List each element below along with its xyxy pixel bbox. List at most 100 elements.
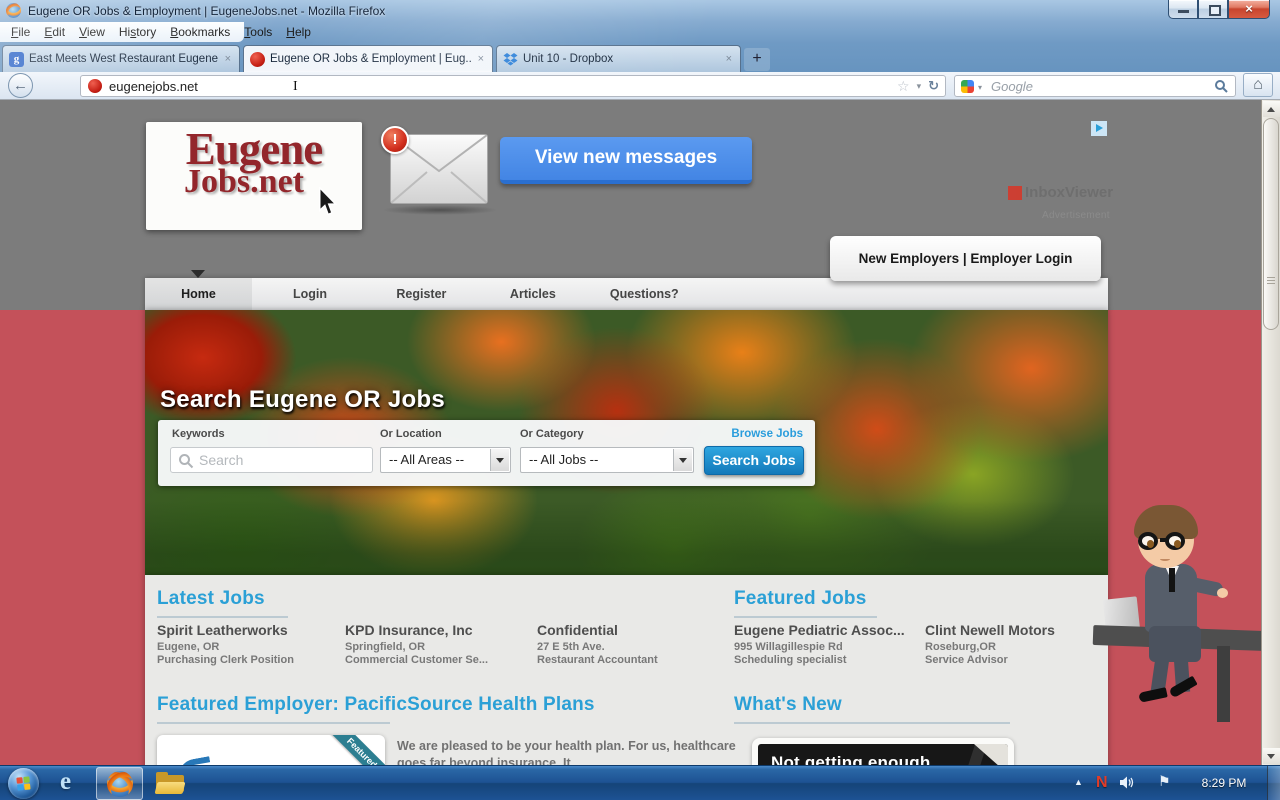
hero-heading: Search Eugene OR Jobs bbox=[160, 386, 445, 414]
employer-login-button[interactable]: New Employers | Employer Login bbox=[830, 236, 1101, 281]
menu-file[interactable]: File bbox=[4, 25, 37, 39]
reload-icon[interactable]: ↻ bbox=[928, 78, 939, 94]
character-body bbox=[1145, 564, 1197, 632]
menu-edit[interactable]: Edit bbox=[37, 25, 72, 39]
nav-register[interactable]: Register bbox=[368, 278, 475, 310]
desktop: Eugene OR Jobs & Employment | EugeneJobs… bbox=[0, 0, 1280, 800]
dropbox-icon bbox=[503, 52, 518, 67]
google-favicon: g bbox=[9, 52, 24, 67]
home-button[interactable]: ⌂ bbox=[1243, 73, 1273, 97]
tab-close-icon[interactable]: × bbox=[724, 53, 734, 65]
job-listing[interactable]: Spirit Leatherworks Eugene, OR Purchasin… bbox=[157, 622, 339, 667]
browser-chrome: Eugene OR Jobs & Employment | EugeneJobs… bbox=[0, 0, 1280, 72]
url-bar[interactable]: I ☆ ▾ ↻ bbox=[80, 75, 946, 97]
divider bbox=[734, 616, 877, 618]
start-button[interactable] bbox=[8, 768, 39, 799]
tab-close-icon[interactable]: × bbox=[223, 53, 233, 65]
site-logo[interactable]: Eugene Jobs.net bbox=[146, 122, 362, 230]
bookmark-star-icon[interactable]: ☆ bbox=[897, 78, 910, 95]
close-button[interactable]: × bbox=[1228, 0, 1270, 19]
action-center-flag-icon[interactable]: ⚑ bbox=[1158, 773, 1171, 790]
internet-explorer-icon[interactable]: e bbox=[60, 768, 71, 796]
tab-bar: g East Meets West Restaurant Eugene, ...… bbox=[0, 42, 1280, 72]
view-messages-button[interactable]: View new messages bbox=[500, 137, 752, 184]
envelope-shadow bbox=[382, 205, 498, 215]
keywords-label: Keywords bbox=[172, 428, 225, 440]
browser-search-input[interactable] bbox=[955, 76, 1235, 96]
shoe bbox=[1138, 687, 1167, 703]
taskbar-clock[interactable]: 8:29 PM bbox=[1192, 766, 1256, 800]
tab-close-icon[interactable]: × bbox=[476, 53, 486, 65]
tab-dropbox[interactable]: Unit 10 - Dropbox × bbox=[496, 45, 741, 72]
glasses-icon bbox=[1165, 532, 1185, 550]
nav-login[interactable]: Login bbox=[256, 278, 363, 310]
scrollbar-thumb[interactable] bbox=[1263, 118, 1279, 330]
ad-brand[interactable]: InboxViewer bbox=[1008, 184, 1113, 201]
active-nav-pointer-icon bbox=[191, 270, 205, 278]
location-select[interactable]: -- All Areas -- bbox=[380, 447, 511, 473]
firefox-icon bbox=[107, 771, 133, 797]
scroll-up-icon[interactable] bbox=[1263, 101, 1280, 117]
whats-new-heading: What's New bbox=[734, 694, 842, 716]
show-desktop-button[interactable] bbox=[1267, 766, 1280, 800]
job-listing[interactable]: Eugene Pediatric Assoc... 995 Willagille… bbox=[734, 622, 920, 667]
window-controls: × bbox=[1168, 0, 1270, 19]
alert-badge: ! bbox=[381, 126, 409, 154]
new-tab-button[interactable]: + bbox=[744, 48, 770, 71]
back-button[interactable]: ← bbox=[8, 73, 33, 98]
job-listing[interactable]: KPD Insurance, Inc Springfield, OR Comme… bbox=[345, 622, 531, 667]
site-favicon bbox=[250, 52, 265, 67]
tray-n-icon[interactable]: N bbox=[1096, 774, 1108, 792]
text-cursor: I bbox=[293, 79, 298, 95]
urlbar-dropdown-icon[interactable]: ▾ bbox=[917, 81, 922, 92]
menu-history[interactable]: History bbox=[112, 25, 163, 39]
window-title: Eugene OR Jobs & Employment | EugeneJobs… bbox=[28, 4, 385, 18]
show-hidden-icons-button[interactable]: ▲ bbox=[1074, 777, 1083, 787]
nav-articles[interactable]: Articles bbox=[479, 278, 586, 310]
search-jobs-button[interactable]: Search Jobs bbox=[704, 446, 804, 475]
restore-button[interactable] bbox=[1198, 0, 1228, 19]
firefox-taskbar-button[interactable] bbox=[96, 767, 143, 800]
minimize-button[interactable] bbox=[1168, 0, 1198, 19]
keywords-input-wrap bbox=[170, 447, 373, 473]
cursor-icon bbox=[318, 187, 338, 222]
menu-help[interactable]: Help bbox=[279, 25, 318, 39]
chevron-down-icon[interactable] bbox=[490, 449, 509, 471]
menu-tools[interactable]: Tools bbox=[237, 25, 279, 39]
page-scrollbar[interactable] bbox=[1261, 100, 1280, 765]
job-listing[interactable]: Confidential 27 E 5th Ave. Restaurant Ac… bbox=[537, 622, 723, 667]
firefox-icon bbox=[6, 3, 21, 18]
magnifier-icon[interactable] bbox=[1214, 79, 1228, 98]
category-select[interactable]: -- All Jobs -- bbox=[520, 447, 694, 473]
adchoices-icon[interactable] bbox=[1091, 121, 1107, 136]
nav-questions[interactable]: Questions? bbox=[591, 278, 698, 310]
windows-taskbar: e ▲ N ⚑ 8:29 PM bbox=[0, 765, 1280, 800]
site-navigation: Home Login Register Articles Questions? bbox=[145, 278, 1108, 310]
menu-bookmarks[interactable]: Bookmarks bbox=[163, 25, 237, 39]
featured-jobs-heading: Featured Jobs bbox=[734, 588, 866, 610]
tab-east-meets-west[interactable]: g East Meets West Restaurant Eugene, ...… bbox=[2, 45, 240, 72]
ad-brand-logo bbox=[1008, 186, 1022, 200]
tab-eugene-jobs[interactable]: Eugene OR Jobs & Employment | Eug... × bbox=[243, 45, 493, 72]
title-bar[interactable]: Eugene OR Jobs & Employment | EugeneJobs… bbox=[0, 0, 1280, 22]
chevron-down-icon[interactable] bbox=[673, 449, 692, 471]
scroll-down-icon[interactable] bbox=[1263, 748, 1280, 764]
advertisement-label: Advertisement bbox=[1042, 210, 1110, 221]
latest-jobs-heading: Latest Jobs bbox=[157, 588, 265, 610]
url-input[interactable] bbox=[81, 76, 945, 96]
browse-jobs-link[interactable]: Browse Jobs bbox=[731, 428, 803, 440]
nav-home[interactable]: Home bbox=[145, 278, 252, 310]
speaker-icon[interactable] bbox=[1120, 776, 1135, 794]
job-search-panel: Keywords Or Location Or Category Browse … bbox=[158, 420, 815, 486]
explorer-folder-icon[interactable] bbox=[156, 773, 184, 794]
divider bbox=[157, 722, 390, 724]
cartoon-character bbox=[1105, 510, 1270, 725]
browser-search-bar[interactable]: ▾ bbox=[954, 75, 1236, 97]
keywords-input[interactable] bbox=[171, 448, 372, 472]
featured-employer-heading: Featured Employer: PacificSource Health … bbox=[157, 694, 595, 716]
navigation-toolbar: ← I ☆ ▾ ↻ ▾ ⌂ bbox=[0, 72, 1280, 100]
glasses-icon bbox=[1138, 532, 1158, 550]
job-listing[interactable]: Clint Newell Motors Roseburg,OR Service … bbox=[925, 622, 1105, 667]
menu-view[interactable]: View bbox=[72, 25, 112, 39]
location-label: Or Location bbox=[380, 428, 442, 440]
